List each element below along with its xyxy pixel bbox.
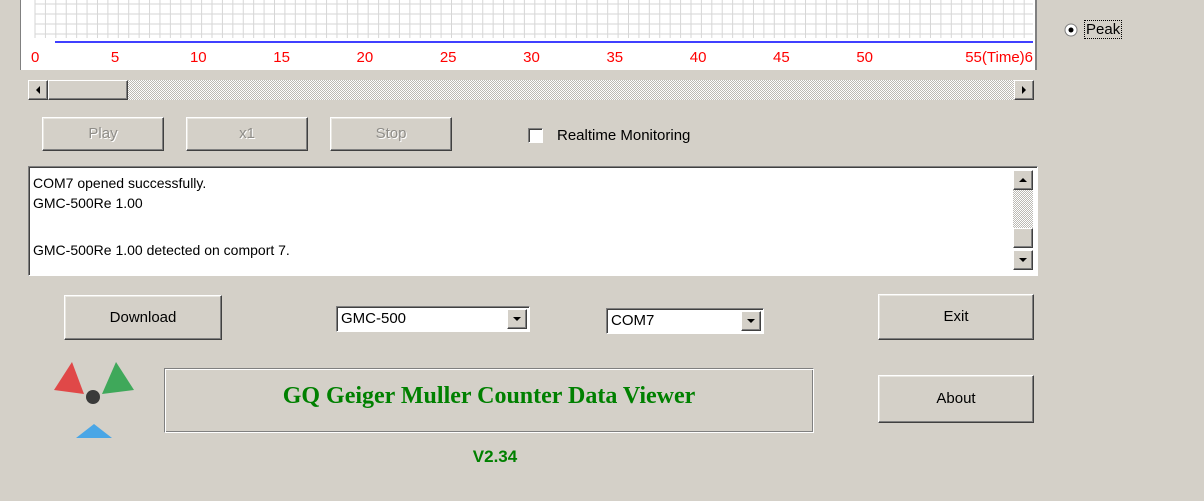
graph-panel: 0 5 10 15 20 25 30 35 40 45 50 55(Time)6 [20, 0, 1037, 70]
grid-lines [34, 0, 1033, 38]
realtime-monitoring-label: Realtime Monitoring [557, 127, 691, 144]
about-button[interactable]: About [878, 375, 1034, 423]
port-select-dropdown-button[interactable] [741, 311, 761, 331]
x-tick-label: 55(Time)6 [965, 49, 1033, 66]
log-line: GMC-500Re 1.00 detected on comport 7. [33, 242, 290, 258]
arrow-right-icon [1022, 86, 1026, 94]
log-line: GMC-500Re 1.00 [33, 195, 143, 211]
scroll-thumb[interactable] [1013, 228, 1033, 248]
scroll-track[interactable] [128, 80, 1014, 100]
x-tick-label: 20 [357, 49, 374, 66]
arrow-left-icon [36, 86, 40, 94]
scroll-thumb[interactable] [48, 80, 128, 100]
model-select[interactable]: GMC-500 [336, 306, 530, 332]
x-tick-label: 30 [523, 49, 540, 66]
chevron-down-icon [747, 319, 755, 323]
arrow-down-icon [1019, 258, 1027, 262]
x-tick-label: 0 [31, 49, 39, 66]
download-button[interactable]: Download [64, 295, 222, 340]
app-title-banner: GQ Geiger Muller Counter Data Viewer [164, 368, 814, 433]
port-select[interactable]: COM7 [606, 308, 764, 334]
model-select-value: GMC-500 [341, 310, 407, 327]
x-tick-label: 10 [190, 49, 207, 66]
log-line: COM7 opened successfully. [33, 175, 207, 191]
x-tick-label: 5 [111, 49, 119, 66]
log-scrollbar[interactable] [1013, 170, 1033, 272]
graph-canvas: 0 5 10 15 20 25 30 35 40 45 50 55(Time)6 [31, 0, 1033, 66]
scroll-left-button[interactable] [28, 80, 48, 100]
checkbox-box[interactable] [528, 128, 543, 143]
radiation-trefoil-icon [44, 358, 154, 444]
timeline-scrollbar[interactable] [28, 80, 1034, 100]
exit-button[interactable]: Exit [878, 294, 1034, 340]
x-tick-label: 45 [773, 49, 790, 66]
scroll-down-button[interactable] [1013, 250, 1033, 270]
chevron-down-icon [513, 317, 521, 321]
x-tick-label: 25 [440, 49, 457, 66]
x-tick-label: 15 [273, 49, 290, 66]
port-select-value: COM7 [611, 312, 655, 329]
version-label: V2.34 [472, 447, 518, 466]
peak-radio-label: Peak [1084, 20, 1123, 39]
model-select-dropdown-button[interactable] [507, 309, 527, 329]
stop-button[interactable]: Stop [330, 117, 452, 151]
scroll-track[interactable] [1013, 190, 1033, 228]
speed-button[interactable]: x1 [186, 117, 308, 151]
log-textarea[interactable]: COM7 opened successfully. GMC-500Re 1.00… [28, 166, 1038, 276]
arrow-up-icon [1019, 178, 1027, 182]
radio-selected-icon [1064, 23, 1078, 37]
app-title: GQ Geiger Muller Counter Data Viewer [282, 383, 696, 409]
x-tick-label: 35 [606, 49, 623, 66]
play-button[interactable]: Play [42, 117, 164, 151]
scroll-right-button[interactable] [1014, 80, 1034, 100]
scroll-up-button[interactable] [1013, 170, 1033, 190]
x-tick-label: 50 [856, 49, 873, 66]
x-tick-label: 40 [690, 49, 707, 66]
